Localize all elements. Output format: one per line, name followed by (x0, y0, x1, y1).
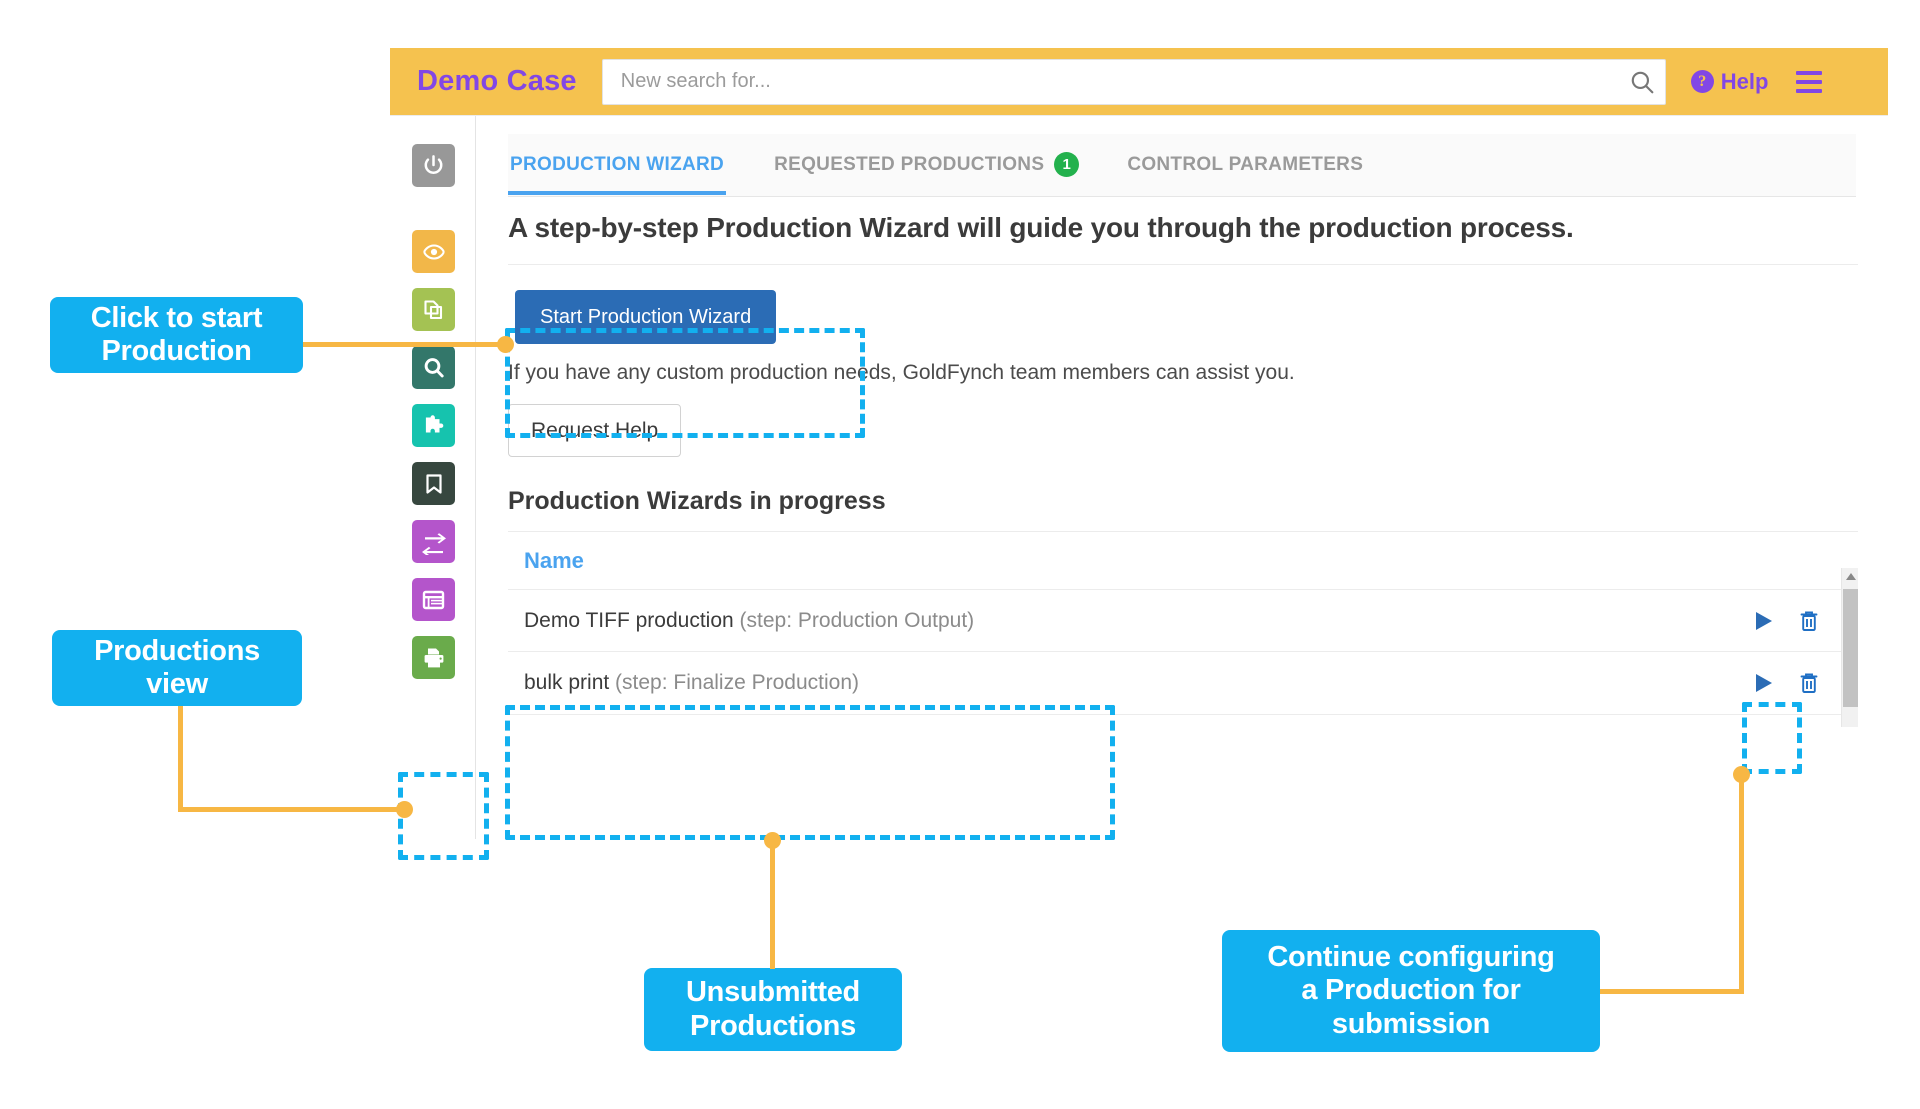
wizards-in-progress-title: Production Wizards in progress (508, 487, 886, 516)
callout-text: Unsubmitted Productions (686, 976, 860, 1043)
question-circle-icon: ? (1691, 70, 1714, 93)
sidebar-item-preview[interactable] (412, 230, 455, 273)
connector-dot-start (497, 336, 514, 353)
callout-text: Productions view (94, 635, 260, 702)
tab-label: PRODUCTION WIZARD (510, 154, 724, 176)
tab-production-wizard[interactable]: PRODUCTION WIZARD (508, 134, 726, 195)
icon-rail (390, 116, 476, 839)
search-icon[interactable] (1619, 59, 1665, 105)
sidebar-item-bookmarks[interactable] (412, 462, 455, 505)
trash-icon[interactable] (1798, 609, 1820, 633)
callout-text: Continue configuring a Production for su… (1267, 941, 1554, 1041)
tab-label: CONTROL PARAMETERS (1127, 154, 1363, 176)
requested-productions-badge: 1 (1054, 152, 1079, 177)
production-wizards-table: Name Demo TIFF production (step: Product… (508, 531, 1858, 727)
play-icon[interactable] (1750, 670, 1776, 696)
tab-control-parameters[interactable]: CONTROL PARAMETERS (1125, 134, 1365, 195)
callout-unsubmitted-productions: Unsubmitted Productions (644, 968, 902, 1051)
sidebar-item-batches[interactable] (412, 578, 455, 621)
tab-requested-productions[interactable]: REQUESTED PRODUCTIONS 1 (772, 134, 1081, 195)
sidebar-item-exchange[interactable] (412, 520, 455, 563)
row-actions (1750, 608, 1820, 634)
column-header-name: Name (524, 548, 584, 574)
connector-continue-vertical (1739, 772, 1744, 994)
callout-click-to-start: Click to start Production (50, 297, 303, 373)
search-box[interactable] (602, 59, 1666, 105)
connector-continue-horizontal (1600, 989, 1744, 994)
callout-productions-view: Productions view (52, 630, 302, 706)
highlight-unsubmitted-rows (505, 705, 1115, 840)
tab-label: REQUESTED PRODUCTIONS (774, 154, 1044, 176)
case-title: Demo Case (417, 65, 577, 98)
highlight-start-button (505, 328, 865, 438)
search-input[interactable] (619, 60, 1619, 104)
hamburger-menu-icon[interactable] (1796, 71, 1822, 93)
table-row[interactable]: Demo TIFF production (step: Production O… (508, 589, 1842, 652)
connector-unsubmitted-vertical (770, 838, 775, 969)
sidebar-item-productions[interactable] (412, 636, 455, 679)
highlight-productions-icon (398, 772, 489, 860)
callout-text: Click to start Production (91, 302, 262, 369)
screenshot-root: Demo Case ? Help (0, 0, 1920, 1109)
row-step-text: (step: Production Output) (740, 609, 975, 632)
connector-start-horizontal (303, 342, 503, 347)
connector-dot-unsubmitted (764, 832, 781, 849)
scroll-up-arrow-icon[interactable] (1846, 573, 1856, 580)
sidebar-item-documents[interactable] (412, 288, 455, 331)
page-headline: A step-by-step Production Wizard will gu… (508, 212, 1858, 265)
sidebar-item-search[interactable] (412, 346, 455, 389)
highlight-play-button (1742, 702, 1802, 774)
play-icon[interactable] (1750, 608, 1776, 634)
help-button[interactable]: ? Help (1691, 69, 1769, 95)
row-name: bulk print (step: Finalize Production) (524, 671, 859, 695)
connector-dot-productions (396, 801, 413, 818)
scrollbar-thumb[interactable] (1843, 589, 1858, 707)
sidebar-item-plugins[interactable] (412, 404, 455, 447)
sidebar-item-power[interactable] (412, 144, 455, 187)
trash-icon[interactable] (1798, 671, 1820, 695)
row-step-text: (step: Finalize Production) (615, 671, 859, 694)
table-scrollbar[interactable] (1841, 568, 1858, 727)
connector-dot-continue (1733, 766, 1750, 783)
row-name-text: bulk print (524, 671, 615, 694)
row-actions (1750, 670, 1820, 696)
tab-bar: PRODUCTION WIZARD REQUESTED PRODUCTIONS … (508, 134, 1856, 197)
help-label: Help (1721, 69, 1769, 95)
row-name: Demo TIFF production (step: Production O… (524, 609, 974, 633)
callout-continue-configuring: Continue configuring a Production for su… (1222, 930, 1600, 1052)
top-bar: Demo Case ? Help (390, 48, 1888, 115)
connector-productions-horizontal (178, 807, 404, 812)
row-name-text: Demo TIFF production (524, 609, 740, 632)
connector-productions-vertical (178, 706, 183, 812)
